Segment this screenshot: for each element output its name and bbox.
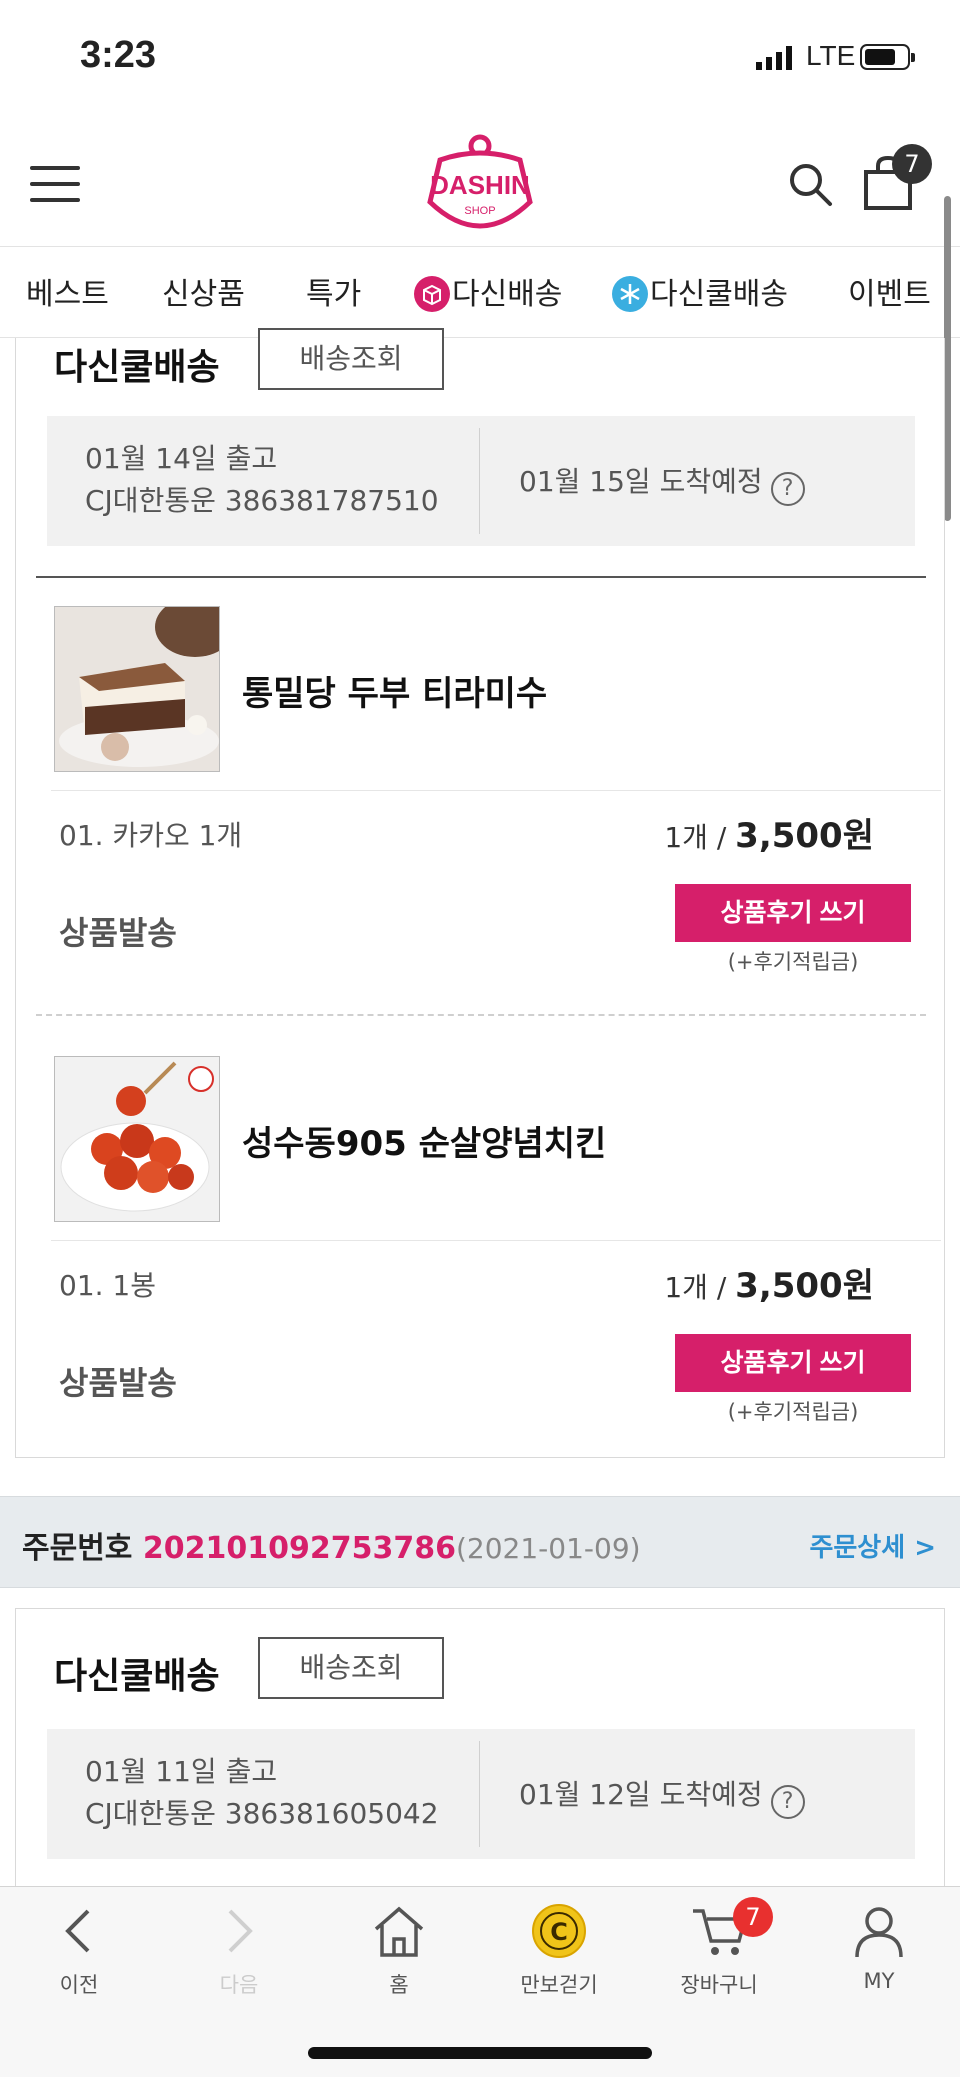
shipment-panel: 다신쿨배송 배송조회 01월 14일 출고 CJ대한통운 38638178751… — [15, 328, 945, 1458]
nav-label: 다음 — [219, 1973, 259, 1997]
category-label: 다신배송 — [452, 277, 563, 312]
battery-icon — [860, 44, 915, 70]
order-number: 202101092753786 — [142, 1531, 456, 1566]
coin-icon: C — [532, 1904, 586, 1958]
status-bar: 3:23 LTE — [0, 0, 960, 118]
ship-date: 01월 14일 출고 — [85, 442, 278, 475]
category-nav: 베스트 신상품 특가 다신배송 다신쿨배송 이벤트 — [0, 246, 960, 338]
status-time: 3:23 — [80, 34, 157, 76]
page-scrollbar[interactable] — [944, 196, 951, 521]
nav-label: MY — [863, 1969, 895, 1993]
svg-text:DASHIN: DASHIN — [430, 170, 530, 200]
product-name[interactable]: 통밀당 두부 티라미수 — [242, 666, 547, 715]
price: 3,500원 — [735, 1266, 874, 1306]
row-divider — [51, 1240, 941, 1241]
category-dashin-cool-delivery[interactable]: 다신쿨배송 — [612, 269, 788, 313]
product-option: 01. 카카오 1개 — [59, 819, 243, 852]
write-review-button[interactable]: 상품후기 쓰기 — [675, 884, 911, 942]
home-icon — [374, 1906, 424, 1957]
network-label: LTE — [806, 40, 856, 71]
category-best[interactable]: 베스트 — [26, 269, 109, 313]
nav-walk[interactable]: C 만보걷기 — [499, 1903, 619, 2013]
nav-label: 만보걷기 — [520, 1973, 598, 1997]
home-indicator[interactable] — [308, 2047, 652, 2059]
review-reward-note: (+후기적립금) — [727, 1400, 859, 1424]
product-thumbnail[interactable] — [54, 606, 220, 772]
category-event[interactable]: 이벤트 — [848, 269, 931, 313]
category-new[interactable]: 신상품 — [162, 269, 245, 313]
track-delivery-button[interactable]: 배송조회 — [258, 328, 444, 390]
snowflake-icon — [612, 276, 648, 312]
shipment-title: 다신쿨배송 — [54, 1656, 220, 1697]
order-header: 주문번호 202101092753786(2021-01-09) 주문상세 > — [0, 1496, 960, 1588]
qty-price: 1개 / 3,500원 — [664, 816, 874, 856]
product-name[interactable]: 성수동905 순살양념치킨 — [242, 1116, 606, 1165]
category-sale[interactable]: 특가 — [306, 269, 361, 313]
nav-next[interactable]: 다음 — [179, 1903, 299, 2013]
signal-icon — [756, 46, 792, 70]
user-icon — [855, 1907, 903, 1958]
row-divider — [51, 790, 941, 791]
svg-text:SHOP: SHOP — [464, 205, 495, 217]
dashin-logo[interactable]: DASHIN SHOP — [420, 132, 540, 242]
quantity: 1개 — [664, 821, 708, 854]
shipment-panel: 다신쿨배송 배송조회 01월 11일 출고 CJ대한통운 38638160504… — [15, 1608, 945, 1908]
help-icon[interactable]: ? — [770, 472, 805, 506]
delivery-status: 상품발송 — [59, 914, 177, 952]
shipping-info-box: 01월 14일 출고 CJ대한통운 386381787510 01월 15일 도… — [47, 416, 915, 546]
price: 3,500원 — [735, 816, 874, 856]
cart-badge: 7 — [733, 1897, 773, 1937]
arrival-estimate: 01월 15일 도착예정 — [519, 465, 763, 498]
qty-price: 1개 / 3,500원 — [664, 1266, 874, 1306]
hamburger-icon[interactable] — [30, 166, 80, 202]
help-icon[interactable]: ? — [770, 1785, 805, 1819]
delivery-status: 상품발송 — [59, 1364, 177, 1402]
review-reward-note: (+후기적립금) — [727, 950, 859, 974]
write-review-button[interactable]: 상품후기 쓰기 — [675, 1334, 911, 1392]
chevron-left-icon — [65, 1909, 90, 1953]
tracking-number: CJ대한통운 386381787510 — [85, 484, 439, 517]
item-separator — [36, 1014, 926, 1016]
svg-text:C: C — [550, 1918, 568, 1946]
product-thumbnail[interactable] — [54, 1056, 220, 1222]
quantity: 1개 — [664, 1271, 708, 1304]
arrival-estimate: 01월 12일 도착예정 — [519, 1778, 763, 1811]
chevron-right-icon — [228, 1909, 253, 1953]
tracking-number: CJ대한통운 386381605042 — [85, 1797, 439, 1830]
nav-label: 홈 — [389, 1973, 409, 1997]
nav-my[interactable]: MY — [819, 1903, 939, 2013]
nav-home[interactable]: 홈 — [339, 1903, 459, 2013]
category-dashin-delivery[interactable]: 다신배송 — [414, 269, 562, 313]
category-label: 다신쿨배송 — [650, 277, 788, 312]
app-header: DASHIN SHOP 7 — [0, 118, 960, 246]
nav-prev[interactable]: 이전 — [19, 1903, 139, 2013]
track-delivery-button[interactable]: 배송조회 — [258, 1637, 444, 1699]
order-date: (2021-01-09) — [455, 1532, 641, 1565]
nav-cart[interactable]: 7 장바구니 — [659, 1897, 779, 2013]
order-number-line: 주문번호 202101092753786(2021-01-09) — [22, 1523, 641, 1567]
order-label: 주문번호 — [22, 1531, 133, 1566]
order-detail-link[interactable]: 주문상세 > — [809, 1527, 936, 1564]
search-icon[interactable] — [786, 160, 834, 208]
cart-count-badge: 7 — [892, 144, 932, 184]
shipment-title: 다신쿨배송 — [54, 347, 220, 388]
section-divider — [36, 576, 926, 578]
ship-date: 01월 11일 출고 — [85, 1755, 278, 1788]
shipping-info-box: 01월 11일 출고 CJ대한통운 386381605042 01월 12일 도… — [47, 1729, 915, 1859]
nav-label: 이전 — [59, 1973, 99, 1997]
product-option: 01. 1봉 — [59, 1269, 157, 1302]
nav-label: 장바구니 — [680, 1973, 758, 1997]
box-icon — [414, 276, 450, 312]
